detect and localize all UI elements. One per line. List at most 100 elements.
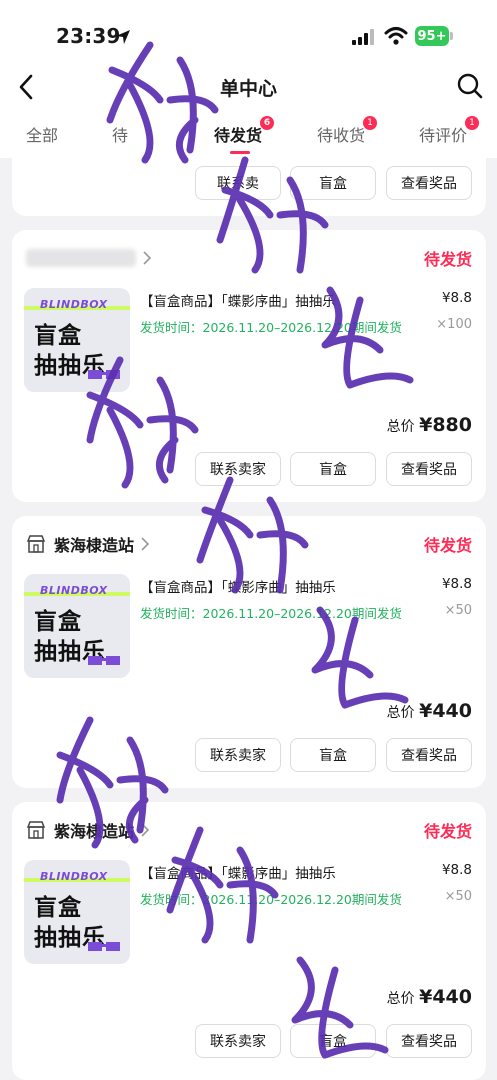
sunglasses-icon (88, 942, 120, 951)
blindbox-button[interactable]: 盲盒 (290, 452, 376, 486)
total-label: 总价 (386, 705, 415, 721)
view-prize-button[interactable]: 查看奖品 (386, 452, 472, 486)
order-card: 紫海棣造站 待发货 BLINDBOX 盲盒 抽抽乐 【盲盒商品】「蝶影序曲」抽抽… (12, 802, 486, 1080)
button-label: 查看奖品 (401, 748, 457, 764)
status-bar: 23:39 95+ (0, 0, 497, 62)
order-tabs: 全部 待 待发货 6 待收货 1 待评价 1 (0, 112, 497, 158)
blindbox-button[interactable]: 盲盒 (290, 166, 376, 200)
ship-time: 发货时间：2026.11.20–2026.12.20期间发货 (140, 320, 402, 335)
battery-indicator: 95+ (415, 26, 449, 46)
chevron-right-icon (143, 251, 152, 265)
order-card: 待发货 BLINDBOX 盲盒 抽抽乐 【盲盒商品】「蝶影序曲」抽抽乐 ¥8.8… (12, 230, 486, 502)
button-label: 联系卖家 (210, 748, 266, 764)
total-amount: ¥440 (419, 986, 472, 1008)
page-title: 单中心 (219, 78, 277, 100)
button-label: 盲盒 (319, 1034, 347, 1050)
total-amount: ¥440 (419, 700, 472, 722)
button-label: 盲盒 (319, 176, 347, 192)
product-title[interactable]: 【盲盒商品】「蝶影序曲」抽抽乐 (140, 862, 336, 882)
quantity: ×100 (436, 317, 472, 332)
tab-all[interactable]: 全部 (26, 122, 58, 146)
thumbnail-brand: BLINDBOX (40, 870, 108, 883)
tab-to-review[interactable]: 待评价 1 (419, 116, 480, 146)
ship-time: 发货时间：2026.11.20–2026.12.20期间发货 (140, 892, 402, 907)
button-label: 联系卖家 (210, 1034, 266, 1050)
product-thumbnail[interactable]: BLINDBOX 盲盒 抽抽乐 (24, 288, 130, 392)
sunglasses-icon (88, 370, 120, 379)
location-arrow-icon (116, 30, 130, 44)
view-prize-button[interactable]: 查看奖品 (386, 738, 472, 772)
total-amount: ¥880 (419, 414, 472, 436)
shop-row[interactable]: 紫海棣造站 (26, 532, 150, 556)
product-price: ¥8.8 (441, 290, 472, 306)
order-total: 总价 ¥440 (387, 986, 472, 1008)
product-price: ¥8.8 (441, 576, 472, 592)
chevron-right-icon (141, 823, 150, 837)
product-thumbnail[interactable]: BLINDBOX 盲盒 抽抽乐 (24, 860, 130, 964)
store-icon (26, 535, 46, 553)
contact-seller-button[interactable]: 联系卖家 (195, 452, 281, 486)
tab-to-ship[interactable]: 待发货 6 (214, 116, 275, 146)
quantity: ×50 (444, 603, 472, 618)
quantity: ×50 (444, 889, 472, 904)
blindbox-button[interactable]: 盲盒 (290, 1024, 376, 1058)
tab-label: 待发货 (214, 126, 263, 145)
thumbnail-text: 盲盒 (34, 323, 82, 349)
contact-seller-button[interactable]: 联系卖家 (195, 1024, 281, 1058)
sunglasses-icon (88, 656, 120, 665)
store-icon (26, 821, 46, 839)
shop-row[interactable] (26, 246, 152, 270)
button-label: 查看奖品 (401, 1034, 457, 1050)
order-status: 待发货 (423, 822, 472, 841)
product-title[interactable]: 【盲盒商品】「蝶影序曲」抽抽乐 (140, 576, 336, 596)
tab-label: 待收货 (317, 126, 366, 145)
total-label: 总价 (386, 991, 415, 1007)
ship-time: 发货时间：2026.11.20–2026.12.20期间发货 (140, 606, 402, 621)
order-card-partial: 联系卖 盲盒 查看奖品 (12, 158, 486, 216)
shop-name: 紫海棣造站 (54, 536, 135, 555)
tab-badge: 1 (465, 116, 480, 130)
shop-name: 紫海棣造站 (54, 822, 135, 841)
thumbnail-text: 盲盒 (34, 609, 82, 635)
product-thumbnail[interactable]: BLINDBOX 盲盒 抽抽乐 (24, 574, 130, 678)
battery-tip (450, 32, 453, 40)
total-label: 总价 (386, 419, 415, 435)
blindbox-button[interactable]: 盲盒 (290, 738, 376, 772)
tab-label: 全部 (26, 126, 59, 145)
shop-name-blurred (26, 249, 136, 267)
nav-bar: 单中心 (0, 62, 497, 112)
thumbnail-brand: BLINDBOX (40, 298, 108, 311)
status-time: 23:39 (56, 24, 121, 48)
product-price: ¥8.8 (441, 862, 472, 878)
order-total: 总价 ¥880 (387, 414, 472, 436)
tab-badge: 6 (260, 116, 275, 130)
tab-label: 待评价 (419, 126, 468, 145)
tab-pending-payment[interactable]: 待 (112, 122, 128, 146)
view-prize-button[interactable]: 查看奖品 (386, 1024, 472, 1058)
tab-label: 待 (112, 126, 129, 145)
search-icon[interactable] (456, 72, 484, 100)
chevron-right-icon (141, 537, 150, 551)
order-status: 待发货 (423, 250, 472, 269)
order-status: 待发货 (423, 536, 472, 555)
button-label: 盲盒 (319, 462, 347, 478)
button-label: 联系卖 (217, 176, 259, 192)
thumbnail-brand: BLINDBOX (40, 584, 108, 597)
cellular-signal-icon (352, 29, 374, 45)
active-tab-indicator (230, 151, 250, 154)
tab-to-receive[interactable]: 待收货 1 (317, 116, 378, 146)
shop-row[interactable]: 紫海棣造站 (26, 818, 150, 842)
view-prize-button[interactable]: 查看奖品 (386, 166, 472, 200)
contact-seller-button[interactable]: 联系卖 (195, 166, 281, 200)
tab-badge: 1 (363, 116, 378, 130)
thumbnail-text: 盲盒 (34, 895, 82, 921)
order-card: 紫海棣造站 待发货 BLINDBOX 盲盒 抽抽乐 【盲盒商品】「蝶影序曲」抽抽… (12, 516, 486, 788)
order-total: 总价 ¥440 (387, 700, 472, 722)
button-label: 盲盒 (319, 748, 347, 764)
button-label: 联系卖家 (210, 462, 266, 478)
button-label: 查看奖品 (401, 176, 457, 192)
product-title[interactable]: 【盲盒商品】「蝶影序曲」抽抽乐 (140, 290, 336, 310)
button-label: 查看奖品 (401, 462, 457, 478)
wifi-icon (384, 27, 408, 45)
contact-seller-button[interactable]: 联系卖家 (195, 738, 281, 772)
